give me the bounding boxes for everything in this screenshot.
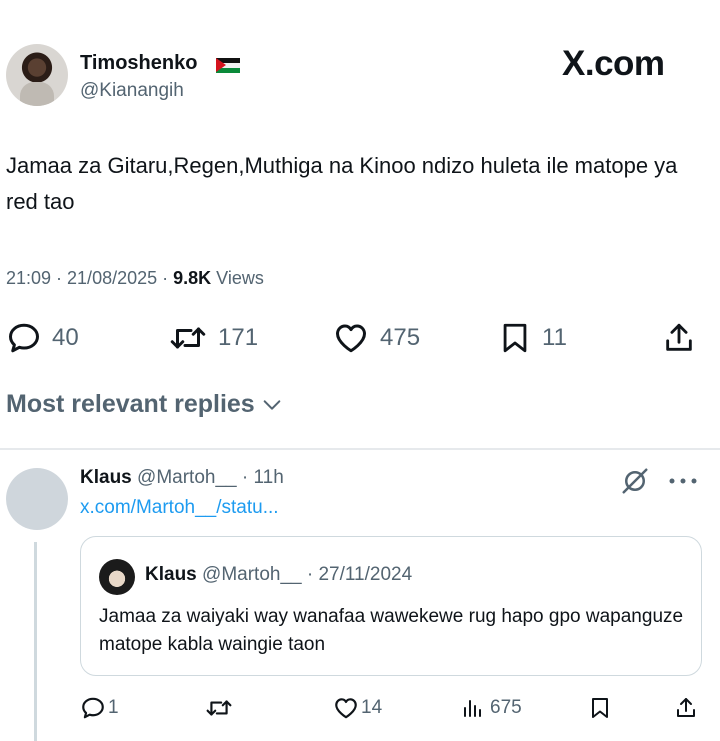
more-dots-icon[interactable] bbox=[668, 476, 698, 486]
quoted-author-avatar bbox=[99, 559, 135, 595]
like-button[interactable]: 475 bbox=[332, 318, 420, 358]
bookmark-icon bbox=[503, 323, 527, 353]
author-handle[interactable]: @Kianangih bbox=[80, 80, 184, 102]
bookmark-button[interactable]: 11 bbox=[498, 318, 567, 358]
reply-reply-button[interactable]: 1 bbox=[80, 694, 119, 722]
reply-author-name[interactable]: Klaus bbox=[80, 467, 132, 488]
views-label: Views bbox=[211, 268, 264, 288]
share-button[interactable] bbox=[662, 318, 696, 358]
post-actions: 40 171 475 11 bbox=[0, 318, 720, 358]
quoted-author-name: Klaus bbox=[145, 564, 197, 585]
brand-logo: X.com bbox=[562, 44, 665, 83]
post-meta: 21:09 · 21/08/2025 · 9.8K Views bbox=[6, 268, 264, 289]
repost-icon bbox=[170, 327, 206, 349]
heart-icon bbox=[336, 324, 366, 353]
reply-bookmark-button[interactable] bbox=[588, 694, 612, 722]
reply-author-avatar[interactable] bbox=[6, 468, 68, 530]
reply-reply-count: 1 bbox=[108, 697, 119, 718]
reply-like-button[interactable]: 14 bbox=[333, 694, 382, 722]
quoted-author-handle: @Martoh__ · 27/11/2024 bbox=[202, 564, 413, 585]
reply-author-handle[interactable]: @Martoh__ · 11h bbox=[137, 467, 284, 488]
quoted-header: Klaus @Martoh__ · 27/11/2024 bbox=[145, 564, 412, 586]
palestine-flag-icon bbox=[216, 58, 240, 73]
replies-sort-dropdown[interactable]: Most relevant replies bbox=[6, 390, 283, 419]
share-icon bbox=[666, 323, 692, 351]
author-avatar[interactable] bbox=[6, 44, 68, 106]
grok-icon[interactable] bbox=[620, 466, 650, 496]
reply-views-count: 675 bbox=[490, 697, 522, 718]
chevron-down-icon bbox=[263, 399, 281, 410]
reply-share-button[interactable] bbox=[674, 694, 698, 722]
like-count: 475 bbox=[380, 324, 421, 351]
post-text: Jamaa za Gitaru,Regen,Muthiga na Kinoo n… bbox=[6, 153, 678, 214]
replies-sort-label: Most relevant replies bbox=[6, 390, 255, 418]
post-timestamp[interactable]: 21:09 · 21/08/2025 · bbox=[6, 268, 173, 288]
repost-icon bbox=[206, 700, 232, 716]
repost-count: 171 bbox=[218, 324, 259, 351]
bookmark-count: 11 bbox=[542, 324, 567, 351]
reply-actions: 1 14 675 bbox=[0, 694, 720, 722]
share-icon bbox=[677, 698, 695, 717]
heart-icon bbox=[335, 698, 357, 719]
views-count: 9.8K bbox=[173, 268, 212, 288]
reply-repost-button[interactable] bbox=[204, 694, 234, 722]
reply-link[interactable]: x.com/Martoh__/statu... bbox=[80, 497, 279, 519]
author-name[interactable]: Timoshenko bbox=[80, 52, 197, 75]
quoted-text: Jamaa za waiyaki way wanafaa wawekewe ru… bbox=[99, 606, 684, 655]
reply-count: 40 bbox=[52, 324, 79, 351]
repost-button[interactable]: 171 bbox=[168, 318, 258, 358]
reply-bubble-icon bbox=[9, 323, 39, 353]
reply-like-count: 14 bbox=[361, 697, 383, 718]
reply-button[interactable]: 40 bbox=[6, 318, 79, 358]
quoted-post[interactable]: Klaus @Martoh__ · 27/11/2024 Jamaa za wa… bbox=[80, 536, 702, 676]
reply-item[interactable]: Klaus @Martoh__ · 11h x.com/Martoh__/sta… bbox=[0, 450, 720, 741]
analytics-icon bbox=[464, 700, 481, 717]
post-header: Timoshenko @Kianangih X.com bbox=[0, 38, 720, 118]
reply-bubble-icon bbox=[82, 697, 104, 719]
reply-views-button[interactable]: 675 bbox=[460, 694, 522, 722]
bookmark-icon bbox=[592, 698, 608, 718]
reply-header: Klaus @Martoh__ · 11h bbox=[80, 467, 284, 489]
